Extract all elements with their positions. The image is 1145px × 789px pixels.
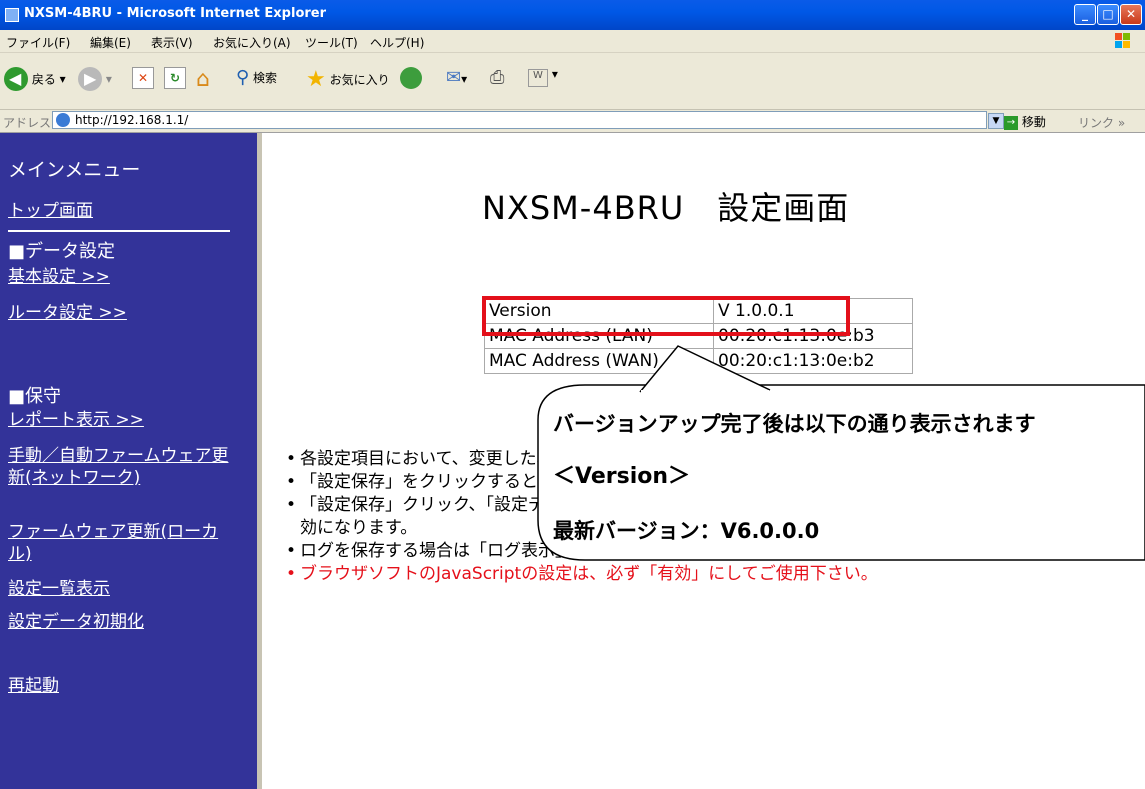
callout-line-2: ＜Version＞	[553, 464, 691, 489]
callout-line-3: 最新バージョン：V6.0.0.0	[553, 519, 820, 543]
callout-bubble	[537, 345, 1145, 561]
callout-line-1: バージョンアップ完了後は以下の通り表示されます	[553, 412, 1036, 436]
